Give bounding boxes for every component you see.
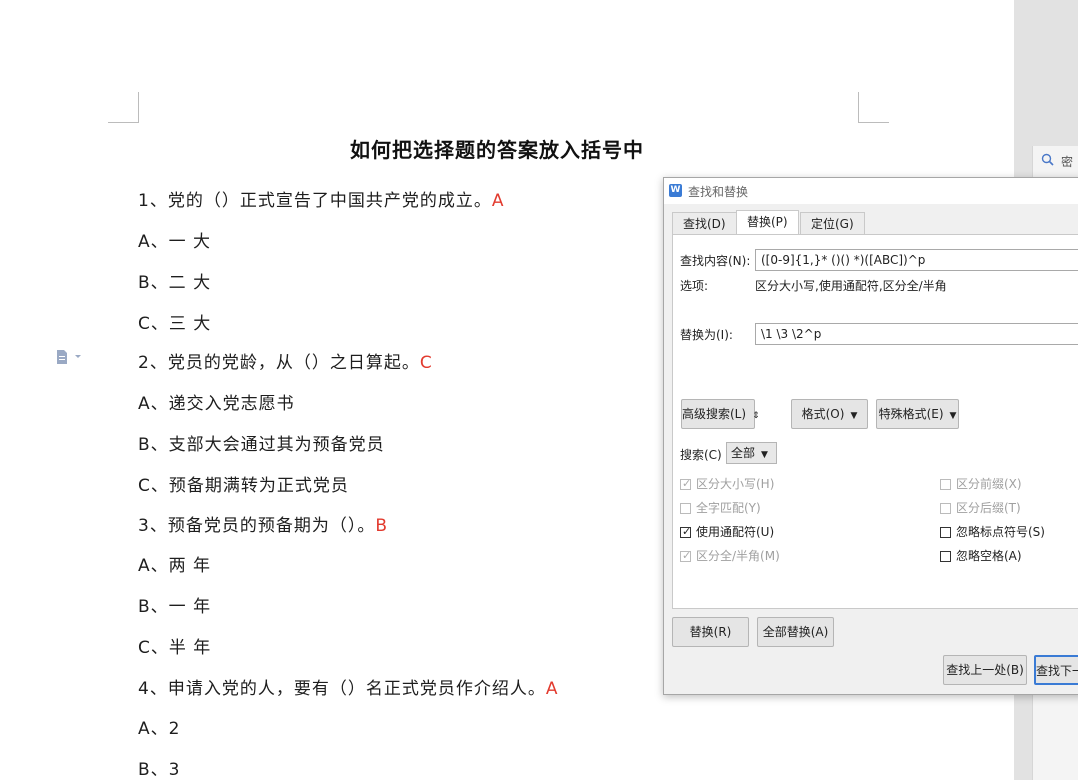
document-line[interactable]: 4、申请入党的人，要有（）名正式党员作介绍人。A — [138, 674, 558, 699]
match-suffix-checkbox[interactable]: 区分后缀(T) — [940, 499, 1021, 516]
document-line[interactable]: C、半 年 — [138, 633, 211, 658]
ignore-space-checkbox[interactable]: 忽略空格(A) — [940, 547, 1022, 564]
document-line[interactable]: B、3 — [138, 755, 180, 780]
document-line[interactable]: A、递交入党志愿书 — [138, 389, 295, 414]
match-width-checkbox[interactable]: ✓ 区分全/半角(M) — [680, 547, 780, 564]
options-label: 选项: — [680, 279, 709, 293]
ignore-punctuation-checkbox[interactable]: 忽略标点符号(S) — [940, 523, 1045, 540]
wps-logo-icon: W — [669, 184, 682, 197]
search-icon[interactable] — [1041, 153, 1054, 166]
check-icon: ✓ — [682, 477, 692, 490]
find-label: 查找内容(N): — [680, 254, 751, 268]
document-line[interactable]: A、两 年 — [138, 551, 211, 576]
chevron-down-icon: ▼ — [949, 411, 957, 421]
tab-replace[interactable]: 替换(P) — [736, 210, 799, 234]
format-button[interactable]: 格式(O) ▼ — [791, 399, 868, 429]
document-line[interactable]: B、一 年 — [138, 592, 211, 617]
document-line[interactable]: B、二 大 — [138, 268, 211, 293]
find-replace-dialog[interactable]: W 查找和替换 查找(D) 替换(P) 定位(G) 查找内容(N): ([0-9… — [663, 177, 1078, 695]
chevron-down-icon: ▼ — [850, 411, 858, 421]
paragraph-handle-icon[interactable] — [55, 349, 85, 365]
document-line[interactable]: 2、党员的党龄，从（）之日算起。C — [138, 348, 433, 373]
replace-tab-panel: 查找内容(N): ([0-9]{1,}* ()() *)([ABC])^p 选项… — [672, 234, 1078, 609]
chevron-down-icon: ▼ — [761, 450, 768, 460]
replace-button[interactable]: 替换(R) — [672, 617, 749, 647]
document-line[interactable]: C、预备期满转为正式党员 — [138, 471, 349, 496]
document-line[interactable]: A、2 — [138, 714, 180, 739]
tab-goto[interactable]: 定位(G) — [800, 212, 865, 234]
advanced-search-button[interactable]: 高级搜索(L) ⇕ — [681, 399, 760, 429]
replace-input[interactable]: \1 \3 \2^p — [755, 323, 1078, 345]
tab-find[interactable]: 查找(D) — [672, 212, 737, 234]
document-line[interactable]: C、三 大 — [138, 309, 211, 334]
updown-arrow-icon: ⇕ — [752, 411, 760, 421]
replace-label: 替换为(I): — [680, 328, 733, 342]
document-title[interactable]: 如何把选择题的答案放入括号中 — [0, 134, 994, 163]
match-case-checkbox[interactable]: ✓ 区分大小写(H) — [680, 475, 774, 492]
dialog-body: 查找(D) 替换(P) 定位(G) 查找内容(N): ([0-9]{1,}* (… — [664, 204, 1078, 694]
page-corner-mark-right — [858, 92, 889, 123]
find-input[interactable]: ([0-9]{1,}* ()() *)([ABC])^p — [755, 249, 1078, 271]
find-next-button[interactable]: 查找下一 — [1034, 655, 1078, 685]
document-line[interactable]: A、一 大 — [138, 227, 211, 252]
document-line[interactable]: 1、党的（）正式宣告了中国共产党的成立。A — [138, 186, 504, 211]
search-direction-label: 搜索(C) — [680, 448, 722, 462]
page-corner-mark-left — [108, 92, 139, 123]
side-panel-label: 密 — [1061, 155, 1074, 169]
whole-word-checkbox[interactable]: 全字匹配(Y) — [680, 499, 761, 516]
special-format-button[interactable]: 特殊格式(E) ▼ — [876, 399, 959, 429]
check-icon: ✓ — [682, 549, 692, 562]
search-direction-select[interactable]: 全部 ▼ — [726, 442, 777, 464]
find-previous-button[interactable]: 查找上一处(B) — [943, 655, 1027, 685]
match-prefix-checkbox[interactable]: 区分前缀(X) — [940, 475, 1022, 492]
options-value: 区分大小写,使用通配符,区分全/半角 — [755, 279, 947, 293]
check-icon: ✓ — [682, 525, 692, 538]
dialog-titlebar[interactable]: W 查找和替换 — [664, 178, 1078, 204]
replace-all-button[interactable]: 全部替换(A) — [757, 617, 834, 647]
dialog-title: 查找和替换 — [688, 185, 749, 199]
document-line[interactable]: B、支部大会通过其为预备党员 — [138, 430, 385, 455]
document-line[interactable]: 3、预备党员的预备期为（）。B — [138, 511, 388, 536]
use-wildcards-checkbox[interactable]: ✓ 使用通配符(U) — [680, 523, 774, 540]
